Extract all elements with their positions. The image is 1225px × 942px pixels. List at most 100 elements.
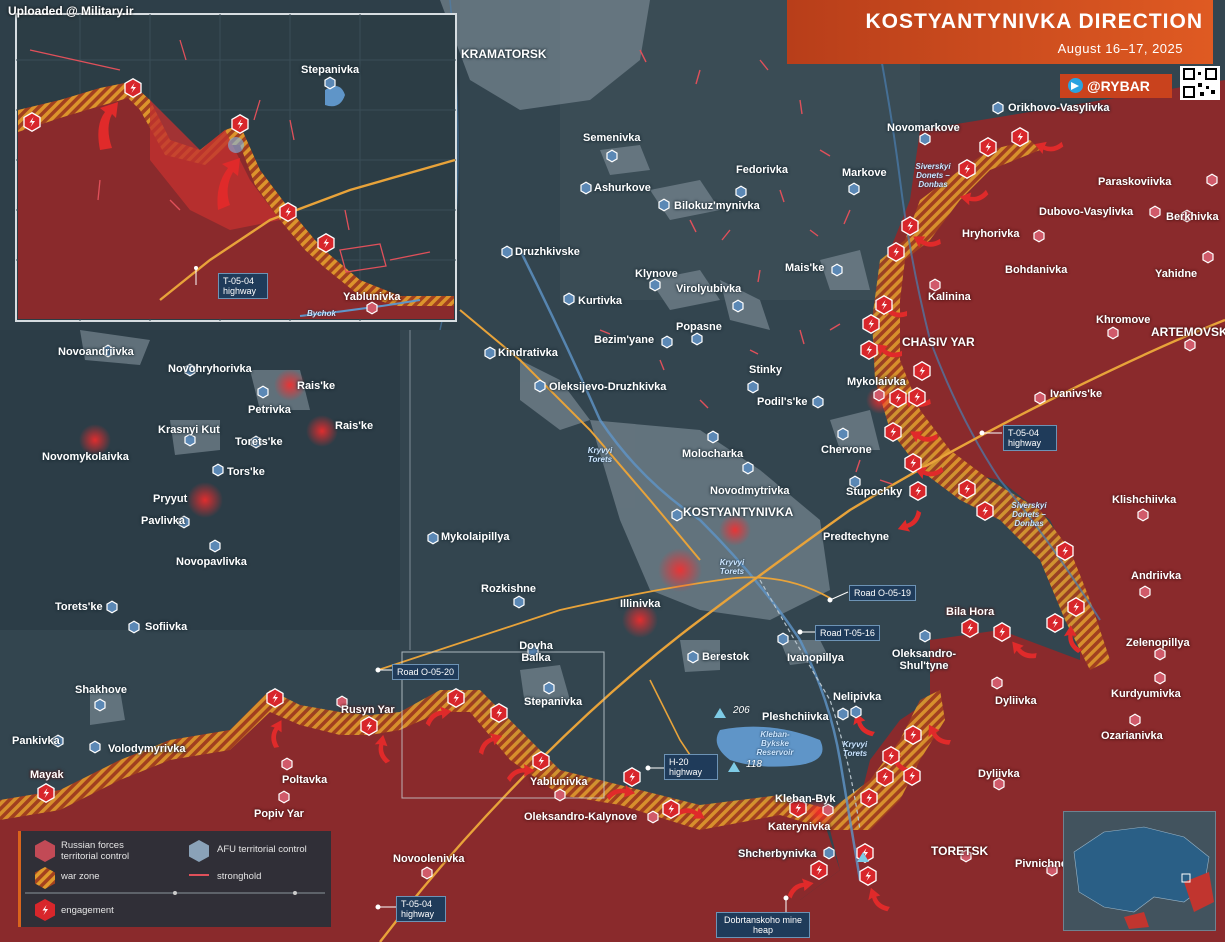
label-novoolenivka: Novoolenivka: [393, 853, 465, 865]
water-kryvyi-torets-1: Kryvyi Torets: [587, 446, 613, 464]
road-t0504-bottom-tag: T-05-04 highway: [396, 896, 446, 922]
legend-engagement: engagement: [61, 905, 114, 916]
legend-afu: AFU territorial control: [217, 844, 307, 855]
label-torske: Tors'ke: [227, 466, 265, 478]
label-rusyn-yar: Rusyn Yar: [341, 704, 395, 716]
label-raiske-1: Rais'ke: [297, 380, 336, 392]
height-206: 206: [733, 705, 750, 716]
label-stinky: Stinky: [749, 364, 783, 376]
label-oleksandro-kalynove: Oleksandro-Kalynove: [524, 811, 638, 823]
label-khromove: Khromove: [1096, 314, 1151, 326]
label-toretske-2: Torets'ke: [55, 601, 103, 613]
label-stepanivka-main: Stepanivka: [524, 696, 583, 708]
label-podilske: Podil's'ke: [757, 396, 808, 408]
label-rozkishne: Rozkishne: [481, 583, 537, 595]
label-druzhkivske: Druzhkivske: [515, 246, 580, 258]
label-bezimyane: Bezim'yane: [594, 334, 655, 346]
label-paraskoviivka: Paraskoviivka: [1098, 176, 1172, 188]
channel-name: @RYBAR: [1087, 78, 1150, 94]
label-hryhorivka: Hryhorivka: [962, 228, 1020, 240]
label-bila-hora: Bila Hora: [946, 606, 995, 618]
label-zelenopillya: Zelenopillya: [1126, 637, 1190, 649]
label-kostyantynivka: KOSTYANTYNIVKA: [683, 505, 794, 519]
road-t0504-right-tag: T-05-04 highway: [1003, 425, 1057, 451]
label-popasne: Popasne: [676, 321, 722, 333]
legend-divider: [25, 891, 325, 895]
label-maiske: Mais'ke: [785, 262, 825, 274]
label-kurdyumivka: Kurdyumivka: [1111, 688, 1181, 700]
page-date: August 16–17, 2025: [1057, 41, 1183, 56]
label-chervone: Chervone: [821, 444, 872, 456]
map-canvas[interactable]: Stepanivka Yablunivka Bychok T-05-04 hig…: [0, 0, 1225, 942]
label-bilokuzmynivka: Bilokuz'mynivka: [674, 200, 760, 212]
water-kryvyi-torets-2: Kryvyi Torets: [719, 558, 745, 576]
label-pivnichne: Pivnichne: [1015, 858, 1067, 870]
label-novodmytrivka: Novodmytrivka: [710, 485, 790, 497]
label-klishchiivka: Klishchiivka: [1112, 494, 1177, 506]
ukraine-minimap: [1063, 811, 1216, 931]
label-kalinina: Kalinina: [928, 291, 971, 303]
legend: Russian forces territorial control AFU t…: [18, 831, 331, 927]
label-orikhovo: Orikhovo-Vasylivka: [1008, 102, 1110, 114]
inset-stepanivka-label: Stepanivka: [301, 64, 360, 76]
label-ozarianivka: Ozarianivka: [1101, 730, 1163, 742]
label-pryyut: Pryyut: [153, 493, 188, 505]
inset-yablunivka-label: Yablunivka: [343, 291, 401, 303]
label-berestok: Berestok: [702, 651, 750, 663]
label-andriivka: Andriivka: [1131, 570, 1182, 582]
mine-heap-tag: Dobrtanskoho mine heap: [716, 912, 810, 938]
label-kurtivka: Kurtivka: [578, 295, 623, 307]
label-yahidne: Yahidne: [1155, 268, 1198, 280]
label-predtechyne: Predtechyne: [823, 531, 890, 543]
russian-control-swatch-icon: [35, 840, 55, 862]
war-zone-swatch-icon: [35, 867, 55, 889]
label-sofiivka: Sofiivka: [145, 621, 188, 633]
label-semenivka: Semenivka: [583, 132, 641, 144]
legend-war-zone: war zone: [61, 871, 100, 882]
label-shakhove: Shakhove: [75, 684, 127, 696]
label-dyliivka-2: Dyliivka: [978, 768, 1020, 780]
label-oleksijevo: Oleksijevo-Druzhkivka: [549, 381, 667, 393]
label-ivanivske: Ivanivs'ke: [1050, 388, 1103, 400]
label-raiske-2: Rais'ke: [335, 420, 374, 432]
label-mykolaivka: Mykolaivka: [847, 376, 906, 388]
label-novoandriivka: Novoandriivka: [58, 346, 134, 358]
water-donets-right: Siverskyi Donets – Donbas: [1011, 501, 1047, 528]
label-oleksandro-shultyne: Oleksandro-Shul'tyne: [891, 648, 957, 672]
inset-bychok-label: Bychok: [307, 309, 336, 318]
inset-road-tag: T-05-04 highway: [218, 273, 268, 299]
road-o0519-tag: Road O-05-19: [849, 585, 917, 601]
label-mayak: Mayak: [30, 769, 64, 781]
height-118: 118: [746, 759, 762, 770]
channel-badge[interactable]: @RYBAR: [1060, 74, 1172, 98]
label-ashurkove: Ashurkove: [594, 182, 651, 194]
label-fedorivka: Fedorivka: [736, 164, 788, 176]
label-dyliivka-1: Dyliivka: [995, 695, 1037, 707]
label-ivanopillya: Ivanopillya: [787, 652, 844, 664]
label-berkhivka: Berkhivka: [1166, 211, 1219, 223]
label-kramatorsk: KRAMATORSK: [461, 47, 547, 61]
label-poltavka: Poltavka: [282, 774, 328, 786]
label-markove: Markove: [842, 167, 887, 179]
upload-watermark: Uploaded @ Military.ir: [8, 4, 134, 18]
title-banner: KOSTYANTYNIVKA DIRECTION August 16–17, 2…: [787, 0, 1213, 64]
water-reservoir: Kleban-Bykske Reservoir: [756, 730, 794, 757]
label-dovha-balka: Dovha Balka: [519, 640, 553, 664]
engagement-swatch-icon: [35, 899, 55, 921]
label-artemovsk: ARTEMOVSK: [1151, 325, 1225, 339]
water-kryvyi-torets-3: Kryvyi Torets: [842, 740, 868, 758]
road-t0516-tag: Road T-05-16: [815, 625, 880, 641]
telegram-icon: [1068, 78, 1083, 93]
page-title: KOSTYANTYNIVKA DIRECTION: [865, 10, 1203, 33]
label-molocharka: Molocharka: [682, 448, 744, 460]
afu-control-swatch-icon: [189, 840, 209, 862]
label-shcherbynivka: Shcherbynivka: [738, 848, 817, 860]
label-dubovo: Dubovo-Vasylivka: [1039, 206, 1134, 218]
label-novomarkove: Novomarkove: [887, 122, 960, 134]
road-o0520-tag: Road O-05-20: [392, 664, 460, 680]
water-donets-top: Siverskyi Donets – Donbas: [915, 162, 951, 189]
label-bohdanivka: Bohdanivka: [1005, 264, 1068, 276]
label-kindrativka: Kindrativka: [498, 347, 558, 359]
label-pleshchiivka: Pleshchiivka: [762, 711, 829, 723]
stronghold-swatch-icon: [189, 874, 209, 876]
